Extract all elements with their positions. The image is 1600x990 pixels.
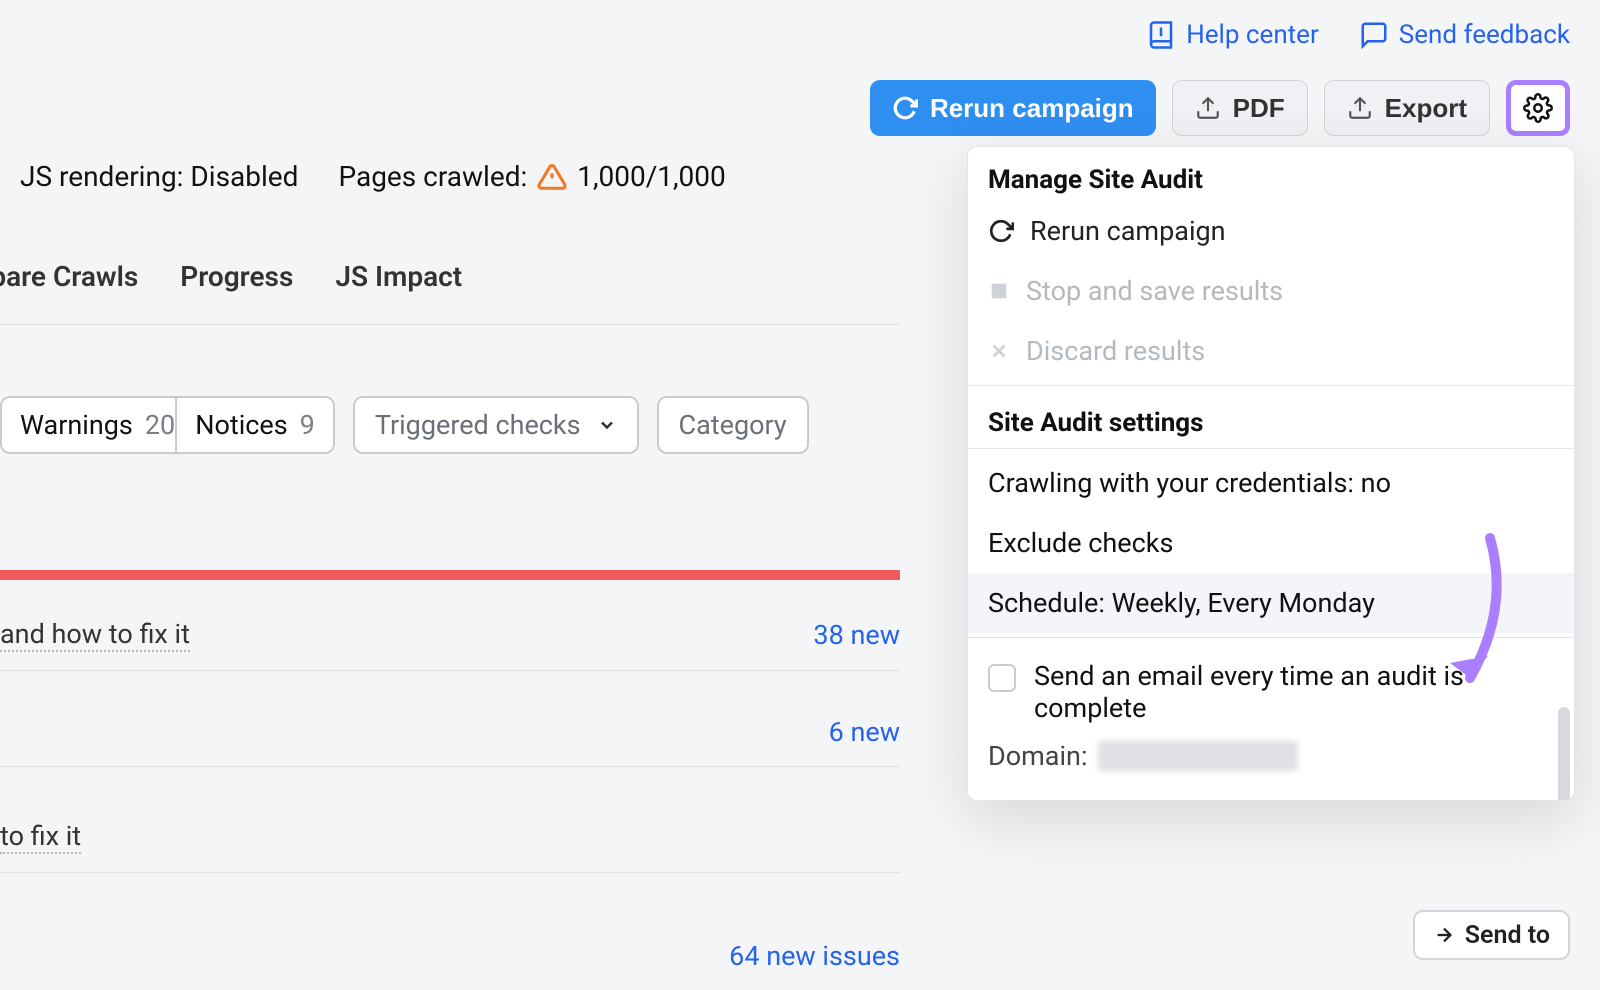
category-dropdown[interactable]: Category bbox=[657, 396, 809, 454]
issue-title: and how to fix it bbox=[0, 618, 190, 652]
tab-divider bbox=[0, 324, 900, 325]
close-icon bbox=[988, 340, 1010, 362]
tab-jsimpact-label: JS Impact bbox=[335, 260, 462, 293]
upload-icon bbox=[1347, 95, 1373, 121]
send-to-label: Send to bbox=[1465, 921, 1550, 950]
js-rendering-label: JS rendering: Disabled bbox=[20, 160, 298, 193]
refresh-icon bbox=[988, 218, 1014, 244]
send-feedback-label: Send feedback bbox=[1399, 20, 1570, 50]
issue-count: 6 new bbox=[829, 716, 900, 748]
issue-count: 64 new issues bbox=[729, 940, 900, 972]
popover-rerun-label: Rerun campaign bbox=[1030, 215, 1226, 247]
notices-count: 9 bbox=[300, 409, 315, 441]
send-feedback-link[interactable]: Send feedback bbox=[1359, 20, 1570, 50]
issue-row-3[interactable]: to fix it bbox=[0, 820, 900, 873]
warnings-count: 20 bbox=[145, 409, 175, 441]
popover-crawling-credentials[interactable]: Crawling with your credentials: no bbox=[968, 453, 1574, 513]
refresh-icon bbox=[892, 95, 918, 121]
chat-icon bbox=[1359, 20, 1389, 50]
rerun-campaign-button[interactable]: Rerun campaign bbox=[870, 80, 1156, 136]
book-icon bbox=[1146, 20, 1176, 50]
pages-crawled-status: Pages crawled: 1,000/1,000 bbox=[338, 160, 725, 193]
settings-popover: Manage Site Audit Rerun campaign Stop an… bbox=[967, 146, 1575, 801]
settings-button[interactable] bbox=[1506, 80, 1570, 136]
divider bbox=[968, 385, 1574, 386]
popover-section-settings: Site Audit settings bbox=[968, 390, 1574, 444]
error-severity-bar bbox=[0, 570, 900, 580]
warning-triangle-icon bbox=[537, 162, 567, 192]
issue-row-4[interactable]: 64 new issues bbox=[0, 940, 900, 990]
issue-row-1[interactable]: and how to fix it 38 new bbox=[0, 618, 900, 671]
popover-domain: Domain: bbox=[968, 732, 1574, 800]
upload-icon bbox=[1195, 95, 1221, 121]
popover-email-option[interactable]: Send an email every time an audit is com… bbox=[968, 642, 1574, 732]
pdf-button[interactable]: PDF bbox=[1172, 80, 1308, 136]
divider bbox=[968, 637, 1574, 638]
chevron-down-icon bbox=[597, 415, 617, 435]
tab-compare-crawls[interactable]: mpare Crawls bbox=[0, 260, 144, 293]
tab-progress[interactable]: Progress bbox=[174, 260, 299, 293]
rerun-campaign-label: Rerun campaign bbox=[930, 93, 1134, 124]
help-center-label: Help center bbox=[1186, 20, 1319, 50]
tab-js-impact[interactable]: JS Impact bbox=[329, 260, 468, 293]
export-button[interactable]: Export bbox=[1324, 80, 1490, 136]
triggered-checks-label: Triggered checks bbox=[375, 409, 581, 441]
triggered-checks-dropdown[interactable]: Triggered checks bbox=[353, 396, 639, 454]
issue-count: 38 new bbox=[813, 619, 900, 651]
issue-row-2[interactable]: 6 new bbox=[0, 716, 900, 767]
domain-label: Domain: bbox=[988, 740, 1088, 772]
js-rendering-status: JS rendering: Disabled bbox=[20, 160, 298, 193]
email-checkbox[interactable] bbox=[988, 664, 1016, 692]
warnings-label: Warnings bbox=[20, 409, 133, 441]
popover-discard: Discard results bbox=[968, 321, 1574, 381]
pages-crawled-count: 1,000/1,000 bbox=[577, 160, 725, 193]
filter-warnings[interactable]: Warnings 20 bbox=[0, 396, 193, 454]
divider bbox=[968, 448, 1574, 449]
pdf-label: PDF bbox=[1233, 93, 1285, 124]
popover-discard-label: Discard results bbox=[1026, 335, 1205, 367]
popover-exclude-checks[interactable]: Exclude checks bbox=[968, 513, 1574, 573]
filter-notices[interactable]: Notices 9 bbox=[175, 396, 335, 454]
tab-compare-label: mpare Crawls bbox=[0, 260, 138, 293]
popover-stop-label: Stop and save results bbox=[1026, 275, 1283, 307]
notices-label: Notices bbox=[195, 409, 287, 441]
category-label: Category bbox=[679, 409, 787, 441]
gear-icon bbox=[1523, 93, 1553, 123]
popover-stop-save: Stop and save results bbox=[968, 261, 1574, 321]
stop-icon bbox=[988, 280, 1010, 302]
domain-value-redacted bbox=[1098, 741, 1298, 771]
arrow-right-icon bbox=[1433, 924, 1455, 946]
popover-rerun-campaign[interactable]: Rerun campaign bbox=[968, 201, 1574, 261]
send-to-button[interactable]: Send to bbox=[1413, 910, 1570, 960]
crawling-label: Crawling with your credentials: no bbox=[988, 467, 1391, 499]
help-center-link[interactable]: Help center bbox=[1146, 20, 1319, 50]
pages-crawled-label: Pages crawled: bbox=[338, 160, 527, 193]
export-label: Export bbox=[1385, 93, 1467, 124]
popover-section-manage: Manage Site Audit bbox=[968, 147, 1574, 201]
exclude-label: Exclude checks bbox=[988, 527, 1173, 559]
email-option-label: Send an email every time an audit is com… bbox=[1034, 660, 1554, 724]
schedule-label: Schedule: Weekly, Every Monday bbox=[988, 587, 1375, 619]
issue-title: to fix it bbox=[0, 820, 81, 854]
popover-scrollbar[interactable] bbox=[1558, 707, 1570, 801]
tab-progress-label: Progress bbox=[180, 260, 293, 293]
popover-schedule[interactable]: Schedule: Weekly, Every Monday bbox=[968, 573, 1574, 633]
